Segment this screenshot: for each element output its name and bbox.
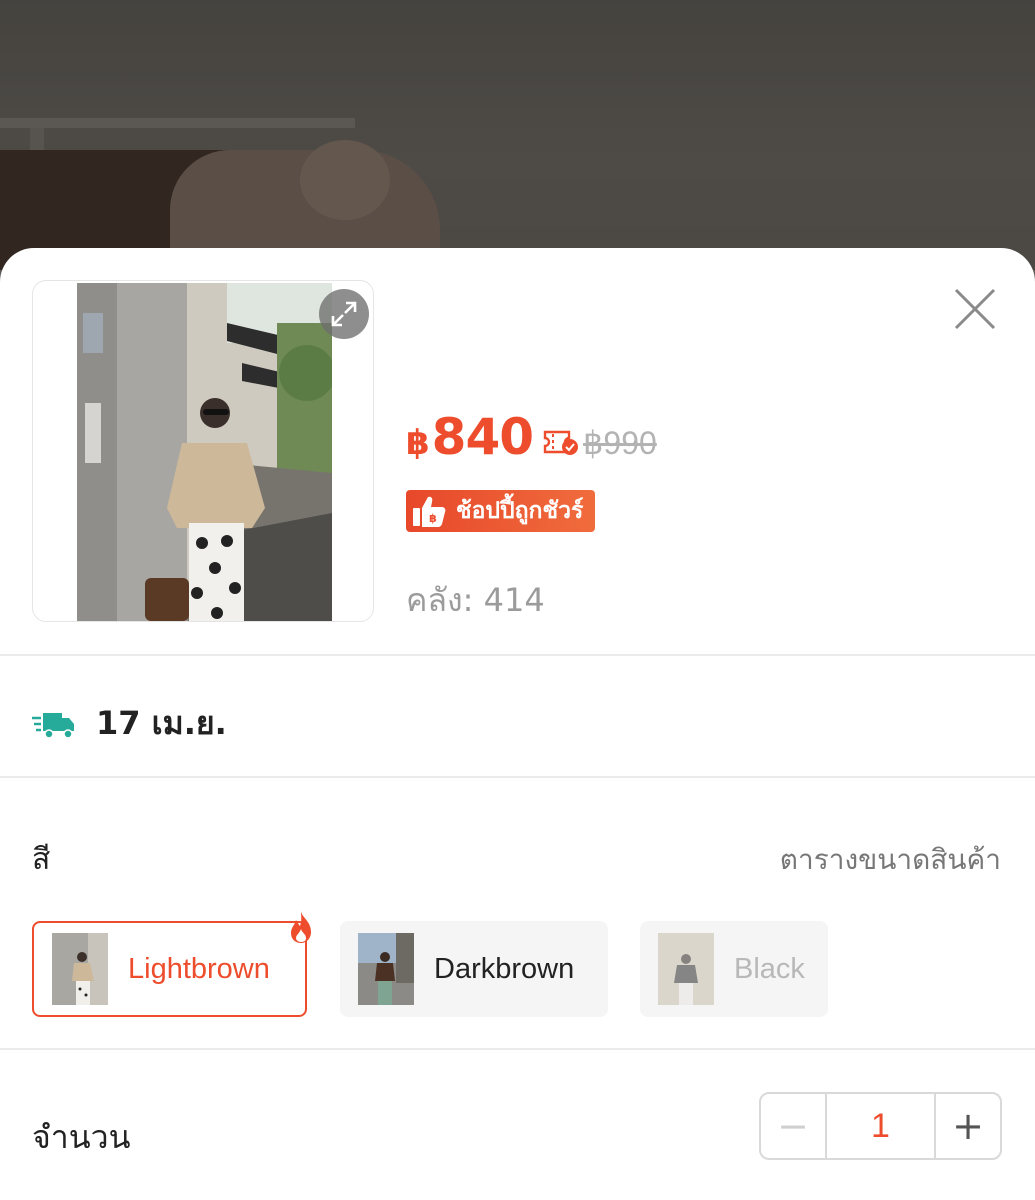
option-thumbnail [52,933,108,1005]
option-label: Darkbrown [434,952,575,985]
delivery-date: 17 เม.ย. [96,704,227,742]
product-thumbnail[interactable] [32,280,374,622]
option-label: Black [734,952,805,985]
color-option-darkbrown[interactable]: Darkbrown [340,921,608,1017]
option-thumbnail [658,933,714,1005]
quantity-label: จำนวน [32,1118,131,1156]
expand-image-button[interactable] [319,289,369,339]
divider [0,776,1035,778]
color-section-label: สี [32,842,51,877]
decrease-quantity-button[interactable]: − [761,1094,827,1158]
modal-backdrop[interactable] [0,0,1035,270]
price-row: ฿ 840 ฿990 [406,408,657,466]
product-image [77,283,332,621]
badge-label: ช้อปปี้ถูกชัวร์ [456,498,584,524]
coupon-icon [543,428,579,460]
svg-text:฿: ฿ [429,512,437,525]
close-icon [954,288,996,330]
variation-bottom-sheet: ฿ 840 ฿990 ฿ ช้อปปี้ถูกชัวร์ คลัง: 414 1… [0,248,1035,1200]
thumbs-up-baht-icon: ฿ [413,496,446,527]
quantity-value[interactable]: 1 [827,1094,934,1158]
color-option-lightbrown[interactable]: Lightbrown [32,911,311,1017]
divider [0,1048,1035,1050]
stock-count: คลัง: 414 [406,581,545,619]
lowest-price-guarantee-badge: ฿ ช้อปปี้ถูกชัวร์ [406,490,596,532]
expand-icon [331,301,357,327]
fast-delivery-truck-icon [32,712,74,739]
quantity-stepper: − 1 + [759,1092,1002,1160]
flame-icon [285,909,317,949]
option-label: Lightbrown [128,952,270,985]
close-button[interactable] [950,284,1000,334]
size-chart-link[interactable]: ตารางขนาดสินค้า [780,838,1001,882]
background-product-photo [0,0,1035,270]
option-thumbnail [358,933,414,1005]
original-price: ฿990 [583,425,657,461]
price-currency: ฿ [406,423,430,463]
delivery-estimate: 17 เม.ย. [32,698,227,749]
color-option-black[interactable]: Black [640,921,828,1017]
increase-quantity-button[interactable]: + [934,1094,1000,1158]
current-price: 840 [431,408,534,466]
divider [0,654,1035,656]
